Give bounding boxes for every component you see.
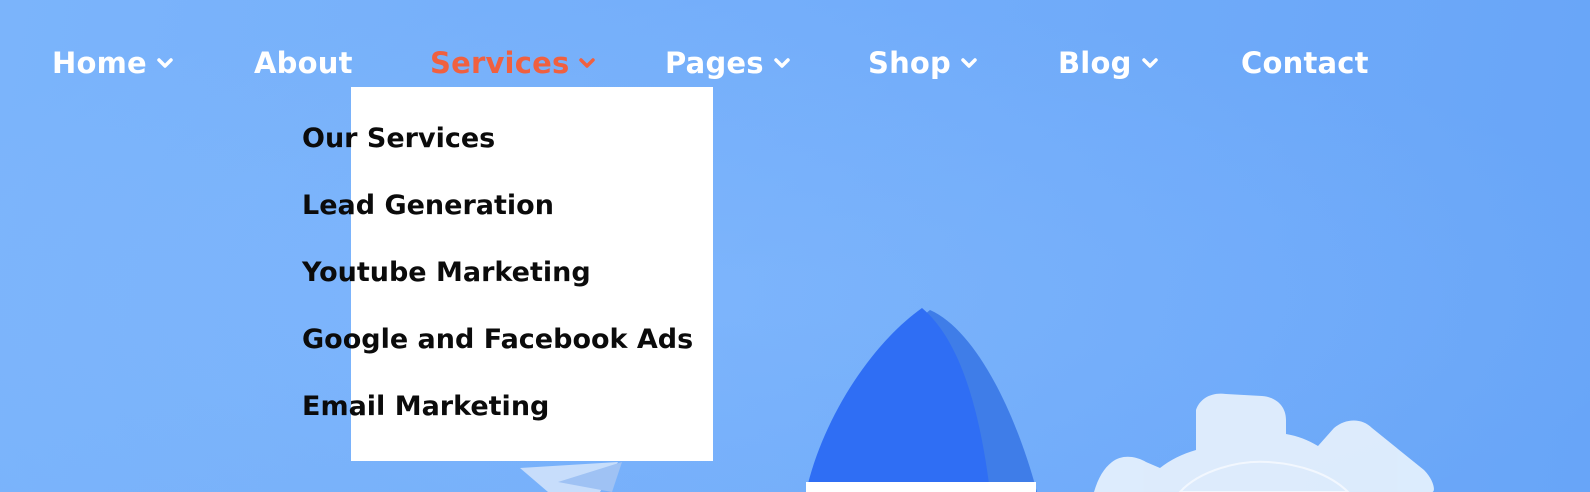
chevron-down-icon (155, 53, 175, 73)
menu-item-our-services[interactable]: Our Services (302, 116, 693, 183)
nav-item-label: Services (430, 46, 570, 80)
nav-item-label: Pages (665, 46, 764, 80)
nav-item-home[interactable]: Home (52, 40, 175, 86)
nav-item-label: Shop (868, 46, 952, 80)
chevron-down-icon (577, 53, 597, 73)
nav-item-label: Home (52, 46, 147, 80)
menu-item-google-facebook-ads[interactable]: Google and Facebook Ads (302, 317, 693, 384)
nav-item-label: About (254, 46, 353, 80)
nav-item-label: Contact (1241, 46, 1369, 80)
chevron-down-icon (959, 53, 979, 73)
main-nav: Home About Services Pages Shop Blog Cont… (0, 0, 1590, 90)
menu-item-lead-generation[interactable]: Lead Generation (302, 183, 693, 250)
nav-item-label: Blog (1058, 46, 1132, 80)
chevron-down-icon (772, 53, 792, 73)
nav-item-shop[interactable]: Shop (868, 40, 979, 86)
nav-item-pages[interactable]: Pages (665, 40, 792, 86)
nav-item-about[interactable]: About (254, 40, 353, 86)
menu-item-youtube-marketing[interactable]: Youtube Marketing (302, 250, 693, 317)
nav-item-contact[interactable]: Contact (1241, 40, 1369, 86)
services-dropdown-menu: Our Services Lead Generation Youtube Mar… (302, 116, 693, 451)
nav-item-blog[interactable]: Blog (1058, 40, 1160, 86)
menu-item-email-marketing[interactable]: Email Marketing (302, 384, 693, 451)
nav-item-services[interactable]: Services (430, 40, 597, 86)
chevron-down-icon (1140, 53, 1160, 73)
